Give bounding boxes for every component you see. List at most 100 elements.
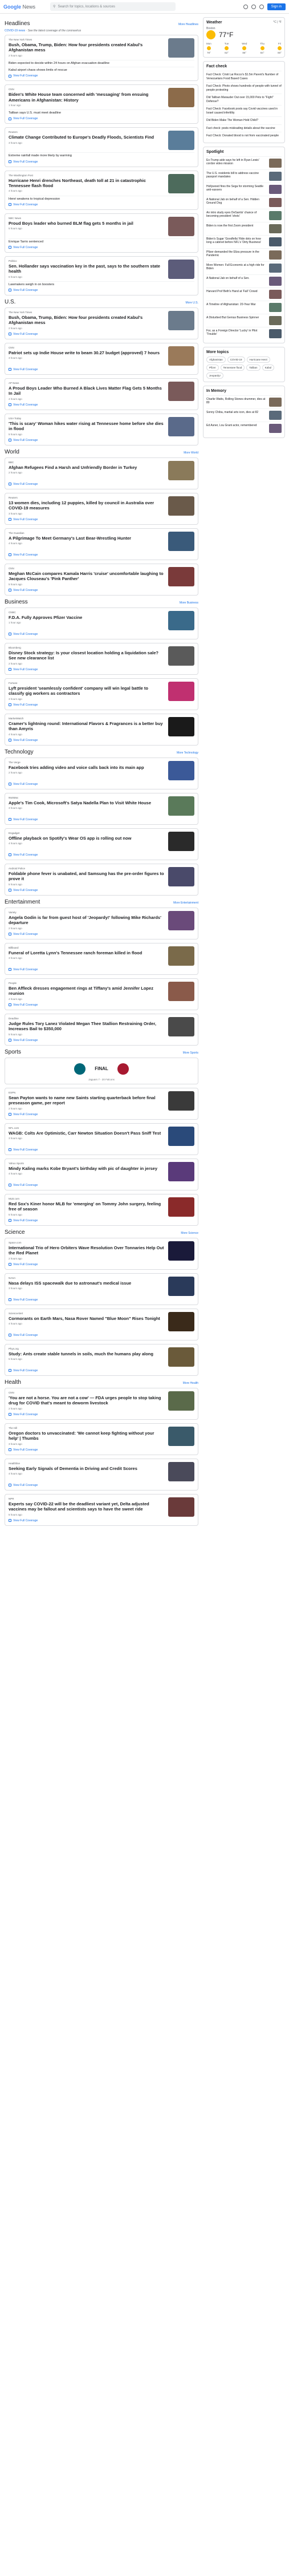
article[interactable]: Yahoo Sports Mindy Kaling marks Kobe Brya…	[9, 1161, 194, 1181]
sidebar-headline[interactable]: Harvard Prof Beth's Hand at 'Fall' Crowd	[206, 290, 267, 299]
headline-link[interactable]: Cramer's lightning round: International …	[9, 721, 165, 732]
sidebar-article[interactable]: Pfizer demanded the Eliza pressure in th…	[206, 248, 282, 261]
article-thumbnail[interactable]	[168, 910, 194, 930]
article-thumbnail[interactable]	[168, 310, 194, 330]
article-thumbnail[interactable]	[168, 1016, 194, 1036]
help-icon[interactable]	[243, 4, 248, 9]
headline-link[interactable]: Climate Change Contributed to Europe's D…	[9, 135, 165, 140]
full-coverage-link[interactable]: View Full Coverage	[9, 818, 194, 821]
full-coverage-link[interactable]: View Full Coverage	[9, 1448, 194, 1452]
more-link[interactable]: More Health	[183, 1382, 198, 1385]
article-thumbnail[interactable]	[168, 259, 194, 279]
article[interactable]: Politico Sen. Hollander says vaccination …	[9, 259, 194, 279]
full-coverage-link[interactable]: View Full Coverage	[9, 589, 194, 592]
article[interactable]: MLB.com Red Sox's Kiner honor MLB for 'em…	[9, 1197, 194, 1217]
article-thumbnail[interactable]	[168, 946, 194, 966]
full-coverage-link[interactable]: View Full Coverage	[9, 1484, 194, 1487]
article[interactable]: ScienceAlert Cormorants on Earth Mars, Na…	[9, 1311, 194, 1331]
sidebar-headline[interactable]: A Timeline of Afghanistan: 20-Year War	[206, 303, 267, 312]
sidebar-article[interactable]: Fact Check: Donated blood is not from va…	[206, 132, 282, 140]
headline-link[interactable]: Funeral of Loretta Lynn's Tennessee ranc…	[9, 950, 165, 955]
headline-link[interactable]: Bush, Obama, Trump, Biden: How four pres…	[9, 315, 165, 326]
more-link[interactable]: More U.S.	[185, 301, 198, 305]
sidebar-headline[interactable]: More Women: Full Economic at a high ride…	[206, 264, 267, 273]
article[interactable]: The Guardian A Pilgrimage To Meet Germany…	[9, 531, 194, 551]
related-article[interactable]: Kabul airport chaos shows limits of resc…	[9, 67, 194, 72]
more-link[interactable]: More Entertainment	[173, 901, 198, 905]
sidebar-article[interactable]: Fact Check: Cristi Lai Rocco's $1.5m Par…	[206, 71, 282, 82]
related-article[interactable]: Lawmakers weigh in on boosters	[9, 281, 194, 287]
headline-link[interactable]: Foldable phone fever is unabated, and Sa…	[9, 871, 165, 882]
article[interactable]: MarketWatch Cramer's lightning round: Int…	[9, 716, 194, 736]
full-coverage-link[interactable]: View Full Coverage	[9, 783, 194, 786]
topic-chip[interactable]: COVID-19	[227, 356, 245, 363]
article-thumbnail[interactable]	[168, 1276, 194, 1296]
article-thumbnail[interactable]	[168, 346, 194, 366]
full-coverage-link[interactable]: View Full Coverage	[9, 117, 194, 120]
full-coverage-link[interactable]: View Full Coverage	[9, 1369, 194, 1372]
topic-chip[interactable]: Jeopardy!	[206, 372, 223, 379]
full-coverage-link[interactable]: View Full Coverage	[9, 739, 194, 742]
full-coverage-link[interactable]: View Full Coverage	[9, 668, 194, 671]
sidebar-headline[interactable]: Hollywood fires the Sega for storming Se…	[206, 185, 267, 194]
topic-chip[interactable]: Kabul	[262, 364, 275, 371]
article-thumbnail[interactable]	[168, 1161, 194, 1181]
related-headline[interactable]: Kabul airport chaos shows limits of resc…	[9, 68, 194, 72]
headline-link[interactable]: Sen. Hollander says vaccination key in t…	[9, 264, 165, 274]
article[interactable]: Deadline Judge Rules Tory Lanez Violated …	[9, 1016, 194, 1036]
apps-icon[interactable]	[259, 4, 264, 9]
article[interactable]: People Ben Affleck dresses engagement rin…	[9, 981, 194, 1001]
article[interactable]: 9to5Mac Apple's Tim Cook, Microsoft's Sat…	[9, 796, 194, 816]
article[interactable]: Reuters Climate Change Contributed to Eur…	[9, 131, 194, 151]
headline-link[interactable]: 'You are not a horse. You are not a cow'…	[9, 1395, 165, 1406]
article-thumbnail[interactable]	[168, 716, 194, 736]
search-input[interactable]: ⚲ Search for topics, locations & sources	[50, 2, 176, 11]
full-coverage-link[interactable]: View Full Coverage	[9, 368, 194, 371]
headline-link[interactable]: Patriot sets up Indie House write to bea…	[9, 350, 165, 355]
full-coverage-link[interactable]: View Full Coverage	[9, 1334, 194, 1337]
headline-link[interactable]: Meghan McCain compares Kamala Harris 'cr…	[9, 571, 165, 582]
sidebar-article[interactable]: A Timeline of Afghanistan: 20-Year War	[206, 300, 282, 314]
sidebar-headline[interactable]: Fact Check: Facebook posts say Covid vac…	[206, 107, 282, 115]
article[interactable]: ESPN Sean Payton wants to name new Saints…	[9, 1091, 194, 1111]
related-headline[interactable]: Biden expected to decide within 24 hours…	[9, 62, 194, 66]
article[interactable]: Healthline Seeking Early Signals of Demen…	[9, 1461, 194, 1481]
sidebar-headline[interactable]: Ed Asner, Lou Grant actor, remembered	[206, 424, 267, 433]
article-thumbnail[interactable]	[168, 1461, 194, 1481]
related-headline[interactable]: Lawmakers weigh in on boosters	[9, 283, 194, 287]
topic-chip[interactable]: Pfizer	[206, 364, 219, 371]
article[interactable]: NASA Nasa delays ISS spacewalk due to ast…	[9, 1276, 194, 1296]
article-thumbnail[interactable]	[168, 460, 194, 480]
full-coverage-link[interactable]: View Full Coverage	[9, 203, 194, 206]
sidebar-headline[interactable]: Fact Check: Cristi Lai Rocco's $1.5m Par…	[206, 73, 282, 80]
covid-banner[interactable]: COVID-19 news · See the latest coverage …	[5, 29, 198, 33]
full-coverage-link[interactable]: View Full Coverage	[9, 1003, 194, 1007]
sidebar-headline[interactable]: A National Jab on behalf of a Sen.	[206, 277, 267, 286]
sidebar-headline[interactable]: Did Taliban Marauder Out over 15,000 Pet…	[206, 96, 282, 103]
headline-link[interactable]: Sean Payton wants to name new Saints sta…	[9, 1095, 165, 1106]
sidebar-article[interactable]: Biden's Sugar 'Goodfella' Ride dots on h…	[206, 234, 282, 248]
sidebar-article[interactable]: For, as a Foreign Director 'Lucky' in Pi…	[206, 326, 282, 340]
sidebar-headline[interactable]: The U.S. residents bill to address vacci…	[206, 172, 267, 181]
headline-link[interactable]: Oregon doctors to unvaccinated: 'We cann…	[9, 1431, 165, 1441]
settings-icon[interactable]	[251, 4, 256, 9]
full-coverage-link[interactable]: View Full Coverage	[9, 246, 194, 249]
related-headline[interactable]: Henri weakens to tropical depression	[9, 197, 194, 201]
article[interactable]: Space.com International Trio of Hero Orbi…	[9, 1241, 194, 1261]
full-coverage-link[interactable]: View Full Coverage	[9, 289, 194, 292]
related-article[interactable]: Biden expected to decide within 24 hours…	[9, 60, 194, 66]
headline-link[interactable]: 'This is scary' Woman hikes water rising…	[9, 421, 165, 432]
article-thumbnail[interactable]	[168, 1311, 194, 1331]
topic-chip[interactable]: Tennessee flood	[220, 364, 245, 371]
headline-link[interactable]: Offline playback on Spotify's Wear OS ap…	[9, 836, 165, 841]
headline-link[interactable]: F.D.A. Fully Approves Pfizer Vaccine	[9, 615, 165, 620]
article[interactable]: NPR Experts say COVID-22 will be the dead…	[9, 1497, 194, 1517]
related-article[interactable]: Extreme rainfall made more likely by war…	[9, 152, 194, 158]
related-article[interactable]: Enrique Tarrio sentenced	[9, 238, 194, 244]
full-coverage-link[interactable]: View Full Coverage	[9, 1519, 194, 1522]
full-coverage-link[interactable]: View Full Coverage	[9, 403, 194, 407]
article-thumbnail[interactable]	[168, 866, 194, 886]
sidebar-article[interactable]: Hollywood fires the Sega for storming Se…	[206, 182, 282, 196]
full-coverage-link[interactable]: View Full Coverage	[9, 889, 194, 892]
sidebar-article[interactable]: Biden is now the first Zoom president	[206, 221, 282, 235]
